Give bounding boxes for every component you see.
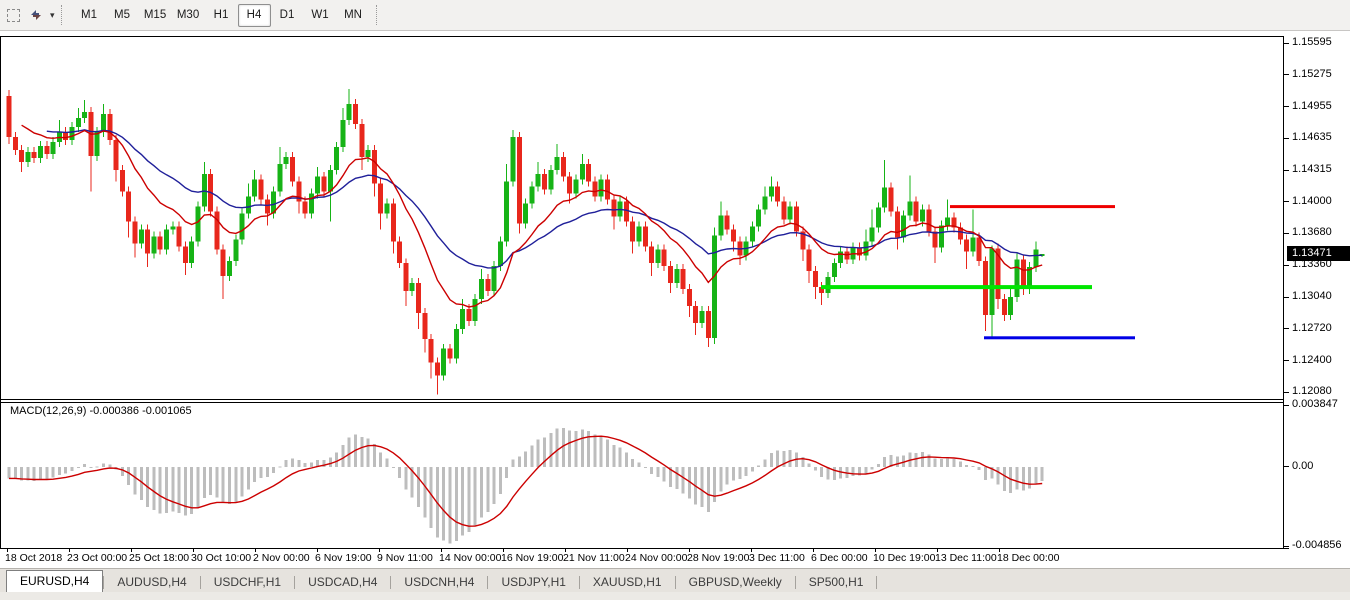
time-tick-label: 6 Dec 00:00 [811,552,868,564]
tab-eurusd-h4[interactable]: EURUSD,H4 [6,570,103,593]
tab-usdjpy-h1[interactable]: USDJPY,H1 [488,572,578,593]
time-tick-label: 18 Dec 00:00 [997,552,1059,564]
macd-tick-dash [1284,466,1289,467]
time-tick-label: 9 Nov 11:00 [377,552,433,564]
price-tick-label: 1.15275 [1292,68,1332,80]
time-tick-label: 16 Nov 19:00 [501,552,563,564]
time-tick-label: 18 Oct 2018 [5,552,62,564]
trading-terminal-window: ▾ M1M5M15M30H1H4D1W1MN EURUSD,H41.134511… [0,0,1350,600]
time-tick-label: 24 Nov 00:00 [625,552,687,564]
price-tick-label: 1.13040 [1292,290,1332,302]
price-tick-label: 1.12720 [1292,322,1332,334]
price-tick-dash [1284,43,1289,44]
timeframe-button-h4[interactable]: H4 [238,4,271,27]
tab-xauusd-h1[interactable]: XAUUSD,H1 [580,572,675,593]
price-tick-label: 1.13680 [1292,226,1332,238]
time-tick-label: 3 Dec 11:00 [749,552,805,564]
time-tick-label: 21 Nov 11:00 [563,552,625,564]
price-tick-label: 1.14635 [1292,131,1332,143]
macd-pane[interactable] [1,403,1283,548]
time-tick-label: 6 Nov 19:00 [315,552,372,564]
tab-separator [876,576,877,589]
time-tick-label: 23 Oct 00:00 [67,552,127,564]
price-tick-label: 1.12400 [1292,354,1332,366]
dropdown-caret-icon[interactable]: ▾ [50,10,55,21]
tab-usdcad-h4[interactable]: USDCAD,H4 [295,572,390,593]
price-tick-dash [1284,170,1289,171]
hline-object-1[interactable] [821,285,1092,289]
price-tick-dash [1284,233,1289,234]
timeframe-button-w1[interactable]: W1 [304,4,337,27]
tab-gbpusd-weekly[interactable]: GBPUSD,Weekly [676,572,795,593]
toolbar-separator [376,5,382,25]
toolbar-separator [61,5,67,25]
timeframe-button-d1[interactable]: D1 [271,4,304,27]
tab-audusd-h4[interactable]: AUDUSD,H4 [104,572,199,593]
price-tick-label: 1.14315 [1292,163,1332,175]
hline-object-0[interactable] [950,205,1115,208]
status-strip [0,592,1350,600]
price-tick-dash [1284,201,1289,202]
price-axis-line[interactable] [1283,36,1284,549]
price-tick-label: 1.12080 [1292,385,1332,397]
macd-tick-label: -0.004856 [1292,539,1342,551]
tab-usdcnh-h4[interactable]: USDCNH,H4 [391,572,487,593]
hline-object-2[interactable] [984,336,1135,339]
trade-arrows-icon[interactable] [27,6,45,24]
macd-indicator-label: MACD(12,26,9) -0.000386 -0.001065 [10,405,192,417]
price-tick-label: 1.15595 [1292,36,1332,48]
price-tick-dash [1284,328,1289,329]
macd-tick-dash [1284,546,1289,547]
pane-divider[interactable] [0,399,1284,400]
macd-tick-label: 0.00 [1292,460,1313,472]
price-tick-label: 1.14000 [1292,195,1332,207]
toolbar: ▾ M1M5M15M30H1H4D1W1MN [0,0,1350,31]
price-tick-dash [1284,297,1289,298]
price-tick-dash [1284,265,1289,266]
price-tick-label: 1.13360 [1292,258,1332,270]
chart-tab-bar: EURUSD,H4AUDUSD,H4USDCHF,H1USDCAD,H4USDC… [0,568,1350,593]
price-tick-label: 1.14955 [1292,100,1332,112]
time-tick-label: 28 Nov 19:00 [687,552,749,564]
selection-rect-icon[interactable] [3,6,21,24]
tab-sp500-h1[interactable]: SP500,H1 [796,572,877,593]
timeframe-button-m30[interactable]: M30 [172,4,205,27]
macd-tick-label: 0.003847 [1292,398,1338,410]
timeframe-button-m15[interactable]: M15 [139,4,172,27]
time-tick-label: 25 Oct 18:00 [129,552,189,564]
timeframe-button-m5[interactable]: M5 [106,4,139,27]
timeframe-button-mn[interactable]: MN [337,4,370,27]
price-tick-dash [1284,106,1289,107]
time-tick-label: 13 Dec 11:00 [935,552,997,564]
macd-tick-dash [1284,405,1289,406]
price-tick-dash [1284,392,1289,393]
timeframe-button-m1[interactable]: M1 [73,4,106,27]
tab-usdchf-h1[interactable]: USDCHF,H1 [201,572,294,593]
timeframe-buttons: M1M5M15M30H1H4D1W1MN [73,4,370,27]
price-chart[interactable] [1,37,1283,399]
time-tick-label: 10 Dec 19:00 [873,552,935,564]
time-tick-label: 2 Nov 00:00 [253,552,310,564]
timeframe-button-h1[interactable]: H1 [205,4,238,27]
price-tick-dash [1284,74,1289,75]
price-tick-dash [1284,360,1289,361]
time-tick-label: 14 Nov 00:00 [439,552,501,564]
price-tick-dash [1284,138,1289,139]
time-tick-label: 30 Oct 10:00 [191,552,251,564]
